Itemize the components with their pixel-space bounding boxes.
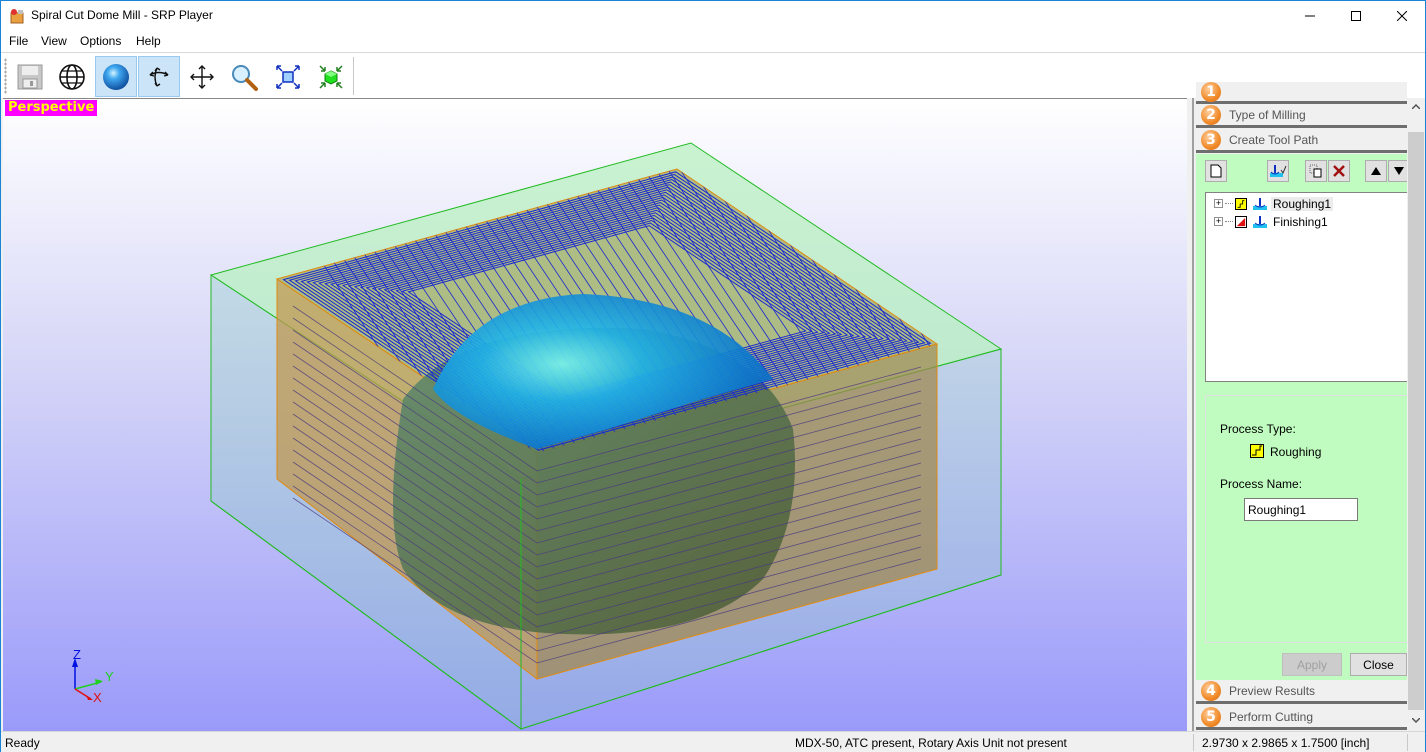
- menu-view[interactable]: View: [41, 34, 67, 48]
- render-button[interactable]: [95, 56, 137, 97]
- process-panel: 1 2 Type of Milling 3 Create Tool Path +…: [1192, 81, 1410, 731]
- step-3-label: Create Tool Path: [1229, 132, 1319, 147]
- status-dimensions: 2.9730 x 2.9865 x 1.7500 [inch]: [1202, 736, 1370, 750]
- copy-process-button[interactable]: [1305, 160, 1327, 182]
- step-2-badge: 2: [1201, 104, 1221, 125]
- menu-options[interactable]: Options: [80, 34, 121, 48]
- menu-help[interactable]: Help: [136, 34, 161, 48]
- create-toolpath-body: + Roughing1 + Finishing1 Process Type: R…: [1196, 154, 1410, 683]
- axis-label-x: X: [93, 690, 102, 705]
- app-icon: [10, 9, 24, 24]
- sphere-render-icon: [103, 63, 129, 90]
- apply-button[interactable]: Apply: [1282, 653, 1342, 676]
- expand-icon[interactable]: +: [1214, 217, 1223, 226]
- expand-icon[interactable]: +: [1214, 199, 1223, 208]
- wireframe-button[interactable]: [51, 56, 93, 97]
- new-process-icon: [1210, 164, 1222, 178]
- step-4-badge: 4: [1201, 680, 1221, 701]
- panel-scrollbar[interactable]: [1407, 98, 1425, 731]
- step-3-badge: 3: [1201, 129, 1221, 150]
- close-button[interactable]: [1379, 1, 1425, 31]
- status-ready: Ready: [5, 736, 40, 750]
- axis-label-z: Z: [73, 647, 81, 662]
- minimize-button[interactable]: [1287, 1, 1333, 31]
- process-item-finishing[interactable]: + Finishing1: [1214, 213, 1330, 230]
- step-2-label: Type of Milling: [1229, 107, 1306, 122]
- delete-icon: [1333, 165, 1345, 177]
- rotate-button[interactable]: [138, 56, 180, 97]
- toolbar-grip[interactable]: [4, 58, 7, 94]
- menu-file[interactable]: File: [9, 34, 28, 48]
- title-bar: Spiral Cut Dome Mill - SRP Player: [1, 1, 1425, 31]
- milling-scene: [72, 142, 1003, 730]
- move-down-icon: [1394, 167, 1404, 175]
- step-4-header[interactable]: 4 Preview Results: [1196, 680, 1407, 704]
- save-button[interactable]: [9, 56, 51, 97]
- step-1-badge: 1: [1201, 81, 1221, 102]
- step-5-badge: 5: [1201, 706, 1221, 727]
- new-process-button[interactable]: [1205, 160, 1227, 182]
- minimize-icon: [1305, 15, 1315, 17]
- step-2-header[interactable]: 2 Type of Milling: [1196, 104, 1407, 128]
- maximize-button[interactable]: [1333, 1, 1379, 31]
- fit-view-button[interactable]: [267, 56, 309, 97]
- process-type-value: Roughing: [1270, 445, 1322, 459]
- toolpath-icon: [1253, 215, 1267, 228]
- maximize-icon: [1351, 11, 1361, 21]
- fit-view-icon: [276, 64, 300, 89]
- toolbar-separator: [353, 57, 354, 95]
- zoom-button[interactable]: [223, 56, 265, 97]
- fit-model-icon: [319, 64, 343, 89]
- calculate-toolpath-button[interactable]: [1267, 160, 1289, 182]
- move-up-button[interactable]: [1365, 160, 1387, 182]
- axis-label-y: Y: [105, 669, 114, 684]
- process-name-label: Process Name:: [1220, 477, 1303, 491]
- globe-icon: [59, 63, 85, 90]
- copy-icon: [1309, 164, 1322, 178]
- close-panel-button[interactable]: Close: [1350, 653, 1407, 676]
- status-machine: MDX-50, ATC present, Rotary Axis Unit no…: [795, 736, 1067, 750]
- process-tree: + Roughing1 + Finishing1: [1205, 192, 1409, 382]
- view-mode-label: Perspective: [5, 100, 98, 116]
- toolpath-icon: [1253, 197, 1267, 210]
- save-icon: [17, 64, 43, 89]
- process-item-roughing[interactable]: + Roughing1: [1214, 195, 1334, 212]
- pan-button[interactable]: [181, 56, 223, 97]
- process-name: Finishing1: [1273, 214, 1328, 229]
- delete-process-button[interactable]: [1328, 160, 1350, 182]
- roughing-type-icon: [1235, 197, 1247, 210]
- status-bar: Ready MDX-50, ATC present, Rotary Axis U…: [1, 731, 1425, 752]
- scroll-up-icon[interactable]: [1412, 104, 1420, 109]
- step-5-header[interactable]: 5 Perform Cutting: [1196, 706, 1407, 730]
- pan-icon: [190, 64, 214, 89]
- fit-model-button[interactable]: [310, 56, 352, 97]
- step-3-header[interactable]: 3 Create Tool Path: [1196, 129, 1407, 153]
- zoom-icon: [232, 64, 258, 91]
- close-icon: [1397, 11, 1407, 21]
- finishing-type-icon: [1235, 215, 1247, 228]
- process-type-label: Process Type:: [1220, 422, 1296, 436]
- step-5-label: Perform Cutting: [1229, 709, 1314, 724]
- app-window: Spiral Cut Dome Mill - SRP Player File V…: [0, 0, 1426, 752]
- calculate-toolpath-icon: [1270, 165, 1287, 177]
- 3d-viewport[interactable]: Perspective Z Y X: [3, 98, 1187, 731]
- step-4-label: Preview Results: [1229, 683, 1316, 698]
- scroll-down-icon[interactable]: [1412, 718, 1420, 723]
- step-1-header[interactable]: 1: [1196, 81, 1407, 104]
- process-name-input[interactable]: [1244, 498, 1358, 521]
- menu-bar: File View Options Help: [1, 31, 1425, 52]
- rotate-icon: [149, 66, 169, 87]
- move-up-icon: [1371, 167, 1381, 175]
- window-title: Spiral Cut Dome Mill - SRP Player: [31, 8, 213, 22]
- roughing-type-icon: [1250, 444, 1264, 458]
- scrollbar-thumb[interactable]: [1408, 132, 1424, 710]
- process-name: Roughing1: [1271, 196, 1334, 211]
